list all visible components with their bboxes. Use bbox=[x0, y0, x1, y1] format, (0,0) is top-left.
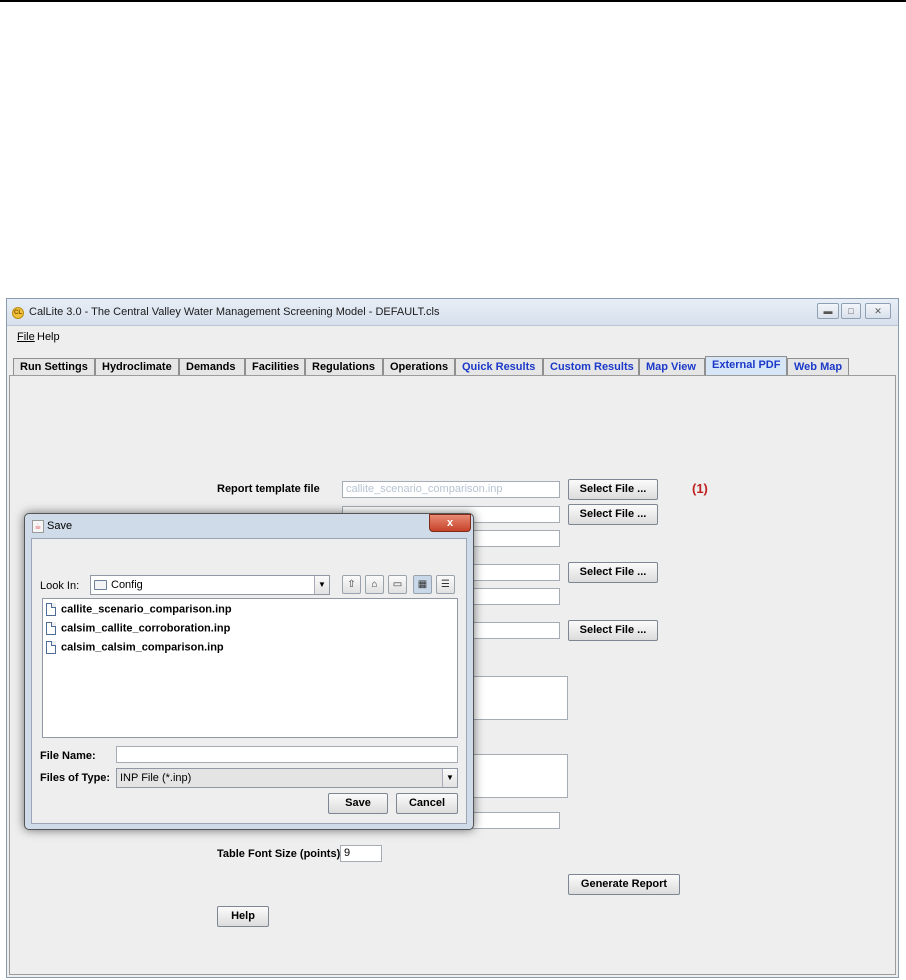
list-item[interactable]: calsim_calsim_comparison.inp bbox=[46, 641, 224, 659]
file-icon bbox=[46, 603, 56, 616]
tab-demands[interactable]: Demands bbox=[179, 358, 245, 376]
tab-run-settings[interactable]: Run Settings bbox=[13, 358, 95, 376]
save-button[interactable]: Save bbox=[328, 793, 388, 814]
title-bar: CL CalLite 3.0 - The Central Valley Wate… bbox=[7, 299, 898, 326]
maximize-icon[interactable]: □ bbox=[841, 303, 861, 319]
file-name: calsim_calsim_comparison.inp bbox=[61, 641, 224, 654]
tab-web-map[interactable]: Web Map bbox=[787, 358, 849, 376]
dialog-title: Save bbox=[47, 520, 73, 532]
tab-map-view[interactable]: Map View bbox=[639, 358, 705, 376]
new-folder-icon[interactable]: ▭ bbox=[388, 575, 407, 594]
top-rule bbox=[0, 0, 906, 2]
table-font-size-field[interactable]: 9 bbox=[340, 845, 382, 862]
menu-file[interactable]: File bbox=[17, 331, 35, 343]
look-in-combo[interactable]: Config ▼ bbox=[90, 575, 330, 595]
menu-bar: File Help bbox=[7, 327, 898, 349]
help-button[interactable]: Help bbox=[217, 906, 269, 927]
report-template-field[interactable]: callite_scenario_comparison.inp bbox=[342, 481, 560, 498]
tab-regulations[interactable]: Regulations bbox=[305, 358, 383, 376]
tab-strip: Run Settings Hydroclimate Demands Facili… bbox=[9, 356, 898, 376]
close-icon[interactable]: ✕ bbox=[865, 303, 891, 319]
tab-facilities[interactable]: Facilities bbox=[245, 358, 305, 376]
file-icon bbox=[46, 622, 56, 635]
chevron-down-icon[interactable]: ▼ bbox=[442, 769, 457, 787]
java-icon: ☕ bbox=[32, 520, 44, 533]
tab-external-pdf[interactable]: External PDF bbox=[705, 356, 787, 376]
minimize-icon[interactable]: ▬ bbox=[817, 303, 839, 319]
tab-hydroclimate[interactable]: Hydroclimate bbox=[95, 358, 179, 376]
table-font-size-label: Table Font Size (points) bbox=[217, 848, 341, 860]
list-item[interactable]: calsim_callite_corroboration.inp bbox=[46, 622, 230, 640]
window-title: CalLite 3.0 - The Central Valley Water M… bbox=[29, 306, 440, 318]
tab-operations[interactable]: Operations bbox=[383, 358, 455, 376]
file-icon bbox=[46, 641, 56, 654]
select-file-button-3[interactable]: Select File ... bbox=[568, 562, 658, 583]
menu-help[interactable]: Help bbox=[37, 331, 60, 343]
details-view-icon[interactable]: ☰ bbox=[436, 575, 455, 594]
select-file-button-2[interactable]: Select File ... bbox=[568, 504, 658, 525]
dialog-close-icon[interactable]: x bbox=[429, 514, 471, 532]
select-file-button-4[interactable]: Select File ... bbox=[568, 620, 658, 641]
file-name: callite_scenario_comparison.inp bbox=[61, 603, 232, 616]
files-of-type-combo[interactable]: INP File (*.inp) ▼ bbox=[116, 768, 458, 788]
generate-report-button[interactable]: Generate Report bbox=[568, 874, 680, 895]
list-view-icon[interactable]: ▦ bbox=[413, 575, 432, 594]
file-list: callite_scenario_comparison.inp calsim_c… bbox=[42, 598, 458, 738]
files-of-type-label: Files of Type: bbox=[40, 772, 111, 784]
home-icon[interactable]: ⌂ bbox=[365, 575, 384, 594]
chevron-down-icon[interactable]: ▼ bbox=[314, 576, 329, 594]
dialog-body: Look In: Config ▼ ⇧ ⌂ ▭ ▦ ☰ callite_scen… bbox=[31, 538, 467, 824]
files-of-type-value: INP File (*.inp) bbox=[120, 772, 192, 784]
save-dialog: ☕ Save x Look In: Config ▼ ⇧ ⌂ ▭ ▦ ☰ cal… bbox=[24, 513, 474, 830]
look-in-label: Look In: bbox=[40, 580, 80, 592]
report-template-label: Report template file bbox=[217, 483, 320, 495]
look-in-value: Config bbox=[111, 579, 143, 591]
app-icon: CL bbox=[12, 307, 24, 319]
tab-quick-results[interactable]: Quick Results bbox=[455, 358, 543, 376]
file-name: calsim_callite_corroboration.inp bbox=[61, 622, 231, 635]
folder-icon bbox=[94, 580, 107, 591]
cancel-button[interactable]: Cancel bbox=[396, 793, 458, 814]
menu-file-label: File bbox=[17, 331, 35, 343]
list-item[interactable]: callite_scenario_comparison.inp bbox=[46, 603, 232, 621]
file-name-field[interactable] bbox=[116, 746, 458, 763]
select-file-button-1[interactable]: Select File ... bbox=[568, 479, 658, 500]
file-name-label: File Name: bbox=[40, 750, 96, 762]
tab-custom-results[interactable]: Custom Results bbox=[543, 358, 639, 376]
up-folder-icon[interactable]: ⇧ bbox=[342, 575, 361, 594]
annotation-marker: (1) bbox=[692, 481, 708, 496]
